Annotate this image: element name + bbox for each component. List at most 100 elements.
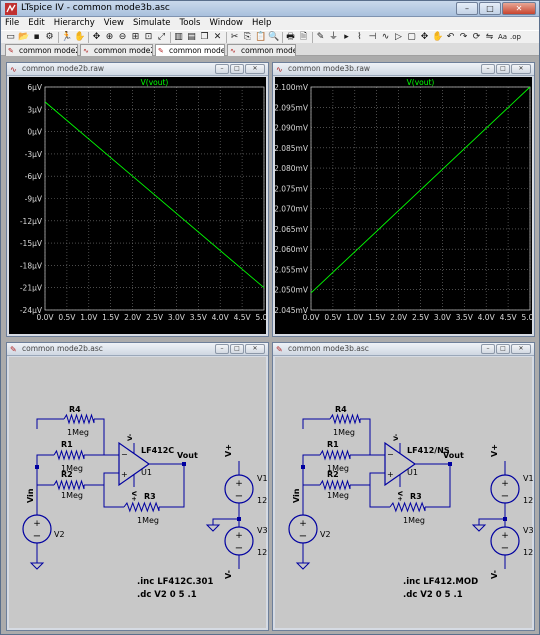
tab-common-mode2b-asc[interactable]: ✎ common mode2b.asc bbox=[5, 44, 78, 56]
close-button[interactable]: ✕ bbox=[502, 2, 536, 15]
ground-symbol[interactable] bbox=[29, 562, 45, 570]
capacitor-icon[interactable]: ⊣ bbox=[367, 32, 378, 43]
print-icon[interactable]: 🖶 bbox=[285, 32, 296, 43]
tab-common-mode3b-asc[interactable]: ✎ common mode3b.asc bbox=[155, 44, 225, 56]
child-maximize-button[interactable]: □ bbox=[496, 64, 510, 74]
tile-vertical-icon[interactable]: ▥ bbox=[173, 32, 184, 43]
ground-symbol[interactable] bbox=[471, 524, 487, 532]
child-minimize-button[interactable]: – bbox=[215, 344, 229, 354]
child-title-bar[interactable]: ✎ common mode3b.asc – □ ✕ bbox=[273, 343, 534, 356]
cascade-icon[interactable]: ❐ bbox=[199, 32, 210, 43]
zoom-out-icon[interactable]: ⊖ bbox=[117, 32, 128, 43]
wire[interactable] bbox=[36, 467, 54, 486]
minimize-button[interactable]: – bbox=[456, 2, 478, 15]
zoom-in-icon[interactable]: ⊕ bbox=[104, 32, 115, 43]
wire[interactable] bbox=[302, 467, 320, 486]
halt-icon[interactable]: ✋ bbox=[74, 32, 85, 43]
menu-hierarchy[interactable]: Hierarchy bbox=[54, 17, 95, 30]
menu-help[interactable]: Help bbox=[252, 17, 271, 30]
schematic-canvas[interactable]: R4 1Meg R1 1Meg R2 1Meg Vin + − V2− + LF412C U1 V- V+ V… bbox=[9, 357, 268, 628]
wire[interactable] bbox=[302, 418, 330, 429]
child-close-button[interactable]: ✕ bbox=[245, 344, 265, 354]
child-minimize-button[interactable]: – bbox=[215, 64, 229, 74]
resistor-symbol[interactable] bbox=[53, 479, 85, 491]
schematic-window-mode3b[interactable]: ✎ common mode3b.asc – □ ✕ R4 1Meg R1 1Meg R2… bbox=[272, 342, 535, 631]
waveform-plot-mode3b[interactable]: 2.100mV 2.095mV 2.090mV 2.085mV 2.080mV 2.075… bbox=[274, 77, 539, 336]
child-close-button[interactable]: ✕ bbox=[245, 64, 265, 74]
resistor-symbol[interactable] bbox=[53, 449, 85, 461]
child-title-bar[interactable]: ∿ common mode2b.raw – □ ✕ bbox=[7, 63, 268, 76]
child-minimize-button[interactable]: – bbox=[481, 344, 495, 354]
run-icon[interactable]: 🏃 bbox=[61, 32, 72, 43]
plot-area[interactable]: 6µV 3µV 0µV -3µV -6µV -9µV -12µV -15µV -18µV -21µ… bbox=[9, 77, 274, 336]
menu-file[interactable]: File bbox=[5, 17, 19, 30]
voltage-source-symbol[interactable]: +− bbox=[224, 474, 254, 504]
rotate-icon[interactable]: ⟳ bbox=[471, 32, 482, 43]
schematic-window-mode2b[interactable]: ✎ common mode2b.asc – □ ✕ R4 1Meg R1 1Meg R2… bbox=[6, 342, 269, 631]
control-panel-icon[interactable]: ⚙ bbox=[44, 32, 55, 43]
resistor-symbol[interactable] bbox=[389, 501, 426, 513]
undo-icon[interactable]: ↶ bbox=[445, 32, 456, 43]
voltage-source-symbol[interactable]: +− bbox=[224, 526, 254, 556]
child-close-button[interactable]: ✕ bbox=[511, 64, 531, 74]
resistor-symbol[interactable] bbox=[63, 413, 95, 425]
child-title-bar[interactable]: ✎ common mode2b.asc – □ ✕ bbox=[7, 343, 268, 356]
cut-icon[interactable]: ✂ bbox=[229, 32, 240, 43]
wire[interactable] bbox=[212, 518, 239, 525]
ground-symbol[interactable] bbox=[205, 524, 221, 532]
wire[interactable] bbox=[94, 418, 119, 456]
menu-simulate[interactable]: Simulate bbox=[133, 17, 171, 30]
zoom-area-icon[interactable]: ⊞ bbox=[130, 32, 141, 43]
menu-tools[interactable]: Tools bbox=[180, 17, 201, 30]
drag-icon[interactable]: ✋ bbox=[432, 32, 443, 43]
child-maximize-button[interactable]: □ bbox=[496, 344, 510, 354]
ground-symbol[interactable] bbox=[295, 562, 311, 570]
wire-icon[interactable]: ✎ bbox=[315, 32, 326, 43]
title-bar[interactable]: LTspice IV - common mode3b.asc – □ ✕ bbox=[1, 1, 539, 17]
plot-window-mode2b[interactable]: ∿ common mode2b.raw – □ ✕ 6µV 3µV 0µV -3µV -… bbox=[6, 62, 274, 337]
zoom-full-icon[interactable]: ⊡ bbox=[143, 32, 154, 43]
voltage-source-symbol[interactable]: +− bbox=[490, 474, 520, 504]
schematic-canvas[interactable]: R4 1Meg R1 1Meg R2 1Meg Vin + − V2− + LF412/NS U1 V- V… bbox=[275, 357, 534, 628]
child-maximize-button[interactable]: □ bbox=[230, 64, 244, 74]
wire[interactable] bbox=[302, 454, 320, 467]
menu-window[interactable]: Window bbox=[209, 17, 243, 30]
wire[interactable] bbox=[36, 454, 54, 467]
spice-directive-icon[interactable]: .op bbox=[510, 32, 521, 43]
open-icon[interactable]: 📂 bbox=[18, 32, 29, 43]
wire[interactable] bbox=[350, 472, 385, 486]
resistor-symbol[interactable] bbox=[123, 501, 160, 513]
move-icon[interactable]: ✥ bbox=[419, 32, 430, 43]
trace-label[interactable]: V(vout) bbox=[141, 78, 169, 87]
autoscale-icon[interactable]: ⤢ bbox=[156, 32, 167, 43]
print-preview-icon[interactable]: 🗎 bbox=[298, 32, 309, 43]
paste-icon[interactable]: 📋 bbox=[255, 32, 266, 43]
copy-icon[interactable]: ⎘ bbox=[242, 32, 253, 43]
tile-horizontal-icon[interactable]: ▤ bbox=[186, 32, 197, 43]
child-minimize-button[interactable]: – bbox=[481, 64, 495, 74]
voltage-source-symbol[interactable]: +− bbox=[288, 514, 318, 544]
child-close-button[interactable]: ✕ bbox=[511, 344, 531, 354]
close-window-icon[interactable]: ✕ bbox=[212, 32, 223, 43]
diode-icon[interactable]: ▷ bbox=[393, 32, 404, 43]
text-icon[interactable]: Aa bbox=[497, 32, 508, 43]
save-icon[interactable]: ▪ bbox=[31, 32, 42, 43]
resistor-symbol[interactable] bbox=[319, 449, 351, 461]
waveform-plot-mode2b[interactable]: 6µV 3µV 0µV -3µV -6µV -9µV -12µV -15µV -18µV -21µ… bbox=[9, 77, 274, 336]
resistor-icon[interactable]: ⌇ bbox=[354, 32, 365, 43]
child-title-bar[interactable]: ∿ common mode3b.raw – □ ✕ bbox=[273, 63, 534, 76]
redo-icon[interactable]: ↷ bbox=[458, 32, 469, 43]
mirror-icon[interactable]: ⇋ bbox=[484, 32, 495, 43]
label-icon[interactable]: ▸ bbox=[341, 32, 352, 43]
component-icon[interactable]: ▢ bbox=[406, 32, 417, 43]
inductor-icon[interactable]: ∿ bbox=[380, 32, 391, 43]
trace-label[interactable]: V(vout) bbox=[407, 78, 435, 87]
voltage-source-symbol[interactable]: +− bbox=[490, 526, 520, 556]
maximize-button[interactable]: □ bbox=[479, 2, 501, 15]
tab-common-mode3b-raw[interactable]: ∿ common mode3b.raw bbox=[227, 44, 296, 56]
tab-common-mode2b-raw[interactable]: ∿ common mode2b.raw bbox=[80, 44, 153, 56]
wire[interactable] bbox=[360, 418, 385, 456]
wire[interactable] bbox=[478, 518, 505, 525]
ground-icon[interactable]: ⏚ bbox=[328, 32, 339, 43]
find-icon[interactable]: 🔍 bbox=[268, 32, 279, 43]
